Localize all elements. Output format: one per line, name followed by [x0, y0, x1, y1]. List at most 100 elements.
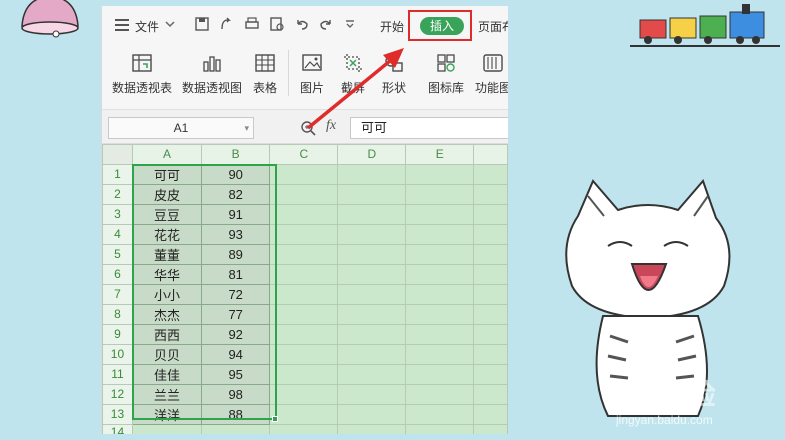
- chevron-down-icon[interactable]: [164, 16, 176, 32]
- empty-cell[interactable]: [269, 163, 339, 185]
- cell-a[interactable]: 华华: [131, 263, 203, 285]
- cell-b[interactable]: 77: [201, 303, 271, 325]
- empty-cell[interactable]: [269, 243, 339, 265]
- row-header[interactable]: 4: [102, 223, 133, 245]
- empty-cell[interactable]: [473, 303, 508, 325]
- empty-cell[interactable]: [337, 223, 407, 245]
- tab-start[interactable]: 开始: [380, 18, 404, 35]
- empty-cell[interactable]: [405, 183, 475, 205]
- empty-cell[interactable]: [473, 263, 508, 285]
- fx-label[interactable]: fx: [326, 118, 336, 134]
- cell-a[interactable]: 洋洋: [131, 403, 203, 425]
- zoom-search-icon[interactable]: [300, 120, 316, 136]
- empty-cell[interactable]: [269, 383, 339, 405]
- empty-cell[interactable]: [473, 343, 508, 365]
- row-header[interactable]: 13: [102, 403, 133, 425]
- export-pdf-icon[interactable]: [219, 16, 235, 32]
- empty-cell[interactable]: [269, 363, 339, 385]
- cell-b[interactable]: 82: [201, 183, 271, 205]
- chevron-down-icon[interactable]: ▾: [244, 118, 249, 138]
- empty-cell[interactable]: [473, 283, 508, 305]
- empty-cell[interactable]: [473, 423, 508, 434]
- empty-cell[interactable]: [473, 163, 508, 185]
- table-button[interactable]: 表格: [248, 42, 282, 102]
- fill-handle[interactable]: [272, 416, 278, 422]
- empty-cell[interactable]: [405, 403, 475, 425]
- cell-a[interactable]: 董董: [131, 243, 203, 265]
- column-header-a[interactable]: A: [131, 144, 203, 165]
- select-all-corner[interactable]: [102, 144, 133, 165]
- cell-a[interactable]: 兰兰: [131, 383, 203, 405]
- cell-a[interactable]: 西西: [131, 323, 203, 345]
- empty-cell[interactable]: [269, 343, 339, 365]
- cell-a[interactable]: 杰杰: [131, 303, 203, 325]
- cell-b[interactable]: 94: [201, 343, 271, 365]
- empty-cell[interactable]: [473, 323, 508, 345]
- empty-cell[interactable]: [337, 163, 407, 185]
- row-header[interactable]: 5: [102, 243, 133, 265]
- empty-cell[interactable]: [473, 383, 508, 405]
- cell-a[interactable]: 可可: [131, 163, 203, 185]
- name-box[interactable]: A1 ▾: [108, 117, 254, 139]
- menu-icon[interactable]: [115, 19, 129, 31]
- empty-cell[interactable]: [405, 423, 475, 434]
- empty-cell[interactable]: [269, 283, 339, 305]
- cell-b[interactable]: 95: [201, 363, 271, 385]
- undo-icon[interactable]: [294, 16, 310, 32]
- empty-cell[interactable]: [405, 383, 475, 405]
- row-header[interactable]: 6: [102, 263, 133, 285]
- cell-a[interactable]: 皮皮: [131, 183, 203, 205]
- empty-cell[interactable]: [405, 163, 475, 185]
- empty-cell[interactable]: [269, 403, 339, 425]
- empty-cell[interactable]: [337, 423, 407, 434]
- customize-toolbar-icon[interactable]: [344, 16, 356, 32]
- empty-cell[interactable]: [473, 403, 508, 425]
- row-header[interactable]: 7: [102, 283, 133, 305]
- empty-cell[interactable]: [405, 223, 475, 245]
- cell-b[interactable]: 92: [201, 323, 271, 345]
- empty-cell[interactable]: [473, 223, 508, 245]
- row-header[interactable]: 2: [102, 183, 133, 205]
- cell-b[interactable]: 81: [201, 263, 271, 285]
- empty-cell[interactable]: [269, 423, 339, 434]
- empty-cell[interactable]: [405, 323, 475, 345]
- column-header-b[interactable]: B: [201, 144, 271, 165]
- row-header[interactable]: 14: [102, 423, 133, 434]
- empty-cell[interactable]: [269, 183, 339, 205]
- pivot-chart-button[interactable]: 数据透视图: [180, 42, 244, 102]
- redo-icon[interactable]: [318, 16, 334, 32]
- save-icon[interactable]: [194, 16, 210, 32]
- empty-cell[interactable]: [337, 243, 407, 265]
- empty-cell[interactable]: [473, 363, 508, 385]
- empty-cell[interactable]: [337, 263, 407, 285]
- empty-cell[interactable]: [337, 323, 407, 345]
- empty-cell[interactable]: [405, 363, 475, 385]
- cell-b[interactable]: 89: [201, 243, 271, 265]
- cell-a[interactable]: 小小: [131, 283, 203, 305]
- row-header[interactable]: 3: [102, 203, 133, 225]
- row-header[interactable]: 11: [102, 363, 133, 385]
- function-chart-button[interactable]: 功能图: [474, 42, 508, 102]
- empty-cell[interactable]: [405, 303, 475, 325]
- print-icon[interactable]: [244, 16, 260, 32]
- column-header-e[interactable]: E: [405, 144, 475, 165]
- screenshot-button[interactable]: 截屏: [336, 42, 370, 102]
- empty-cell[interactable]: [473, 203, 508, 225]
- spreadsheet-grid[interactable]: A B C D E 1 可可 90 2 皮皮 82 3 豆豆 91 4 花花 93 5 董董 89 6 华华 81…: [102, 144, 508, 434]
- icon-library-button[interactable]: 图标库: [424, 42, 468, 102]
- picture-button[interactable]: 图片: [294, 42, 330, 102]
- cell-b[interactable]: 91: [201, 203, 271, 225]
- row-header[interactable]: 1: [102, 163, 133, 185]
- cell-b[interactable]: 90: [201, 163, 271, 185]
- column-header-f[interactable]: [473, 144, 508, 165]
- column-header-c[interactable]: C: [269, 144, 339, 165]
- row-header[interactable]: 12: [102, 383, 133, 405]
- empty-cell[interactable]: [473, 183, 508, 205]
- cell-b[interactable]: 93: [201, 223, 271, 245]
- formula-input[interactable]: 可可: [350, 117, 508, 139]
- pivot-table-button[interactable]: 数据透视表: [110, 42, 174, 102]
- empty-cell[interactable]: [337, 363, 407, 385]
- empty-cell[interactable]: [337, 303, 407, 325]
- cell-a[interactable]: 佳佳: [131, 363, 203, 385]
- cell-a[interactable]: 贝贝: [131, 343, 203, 365]
